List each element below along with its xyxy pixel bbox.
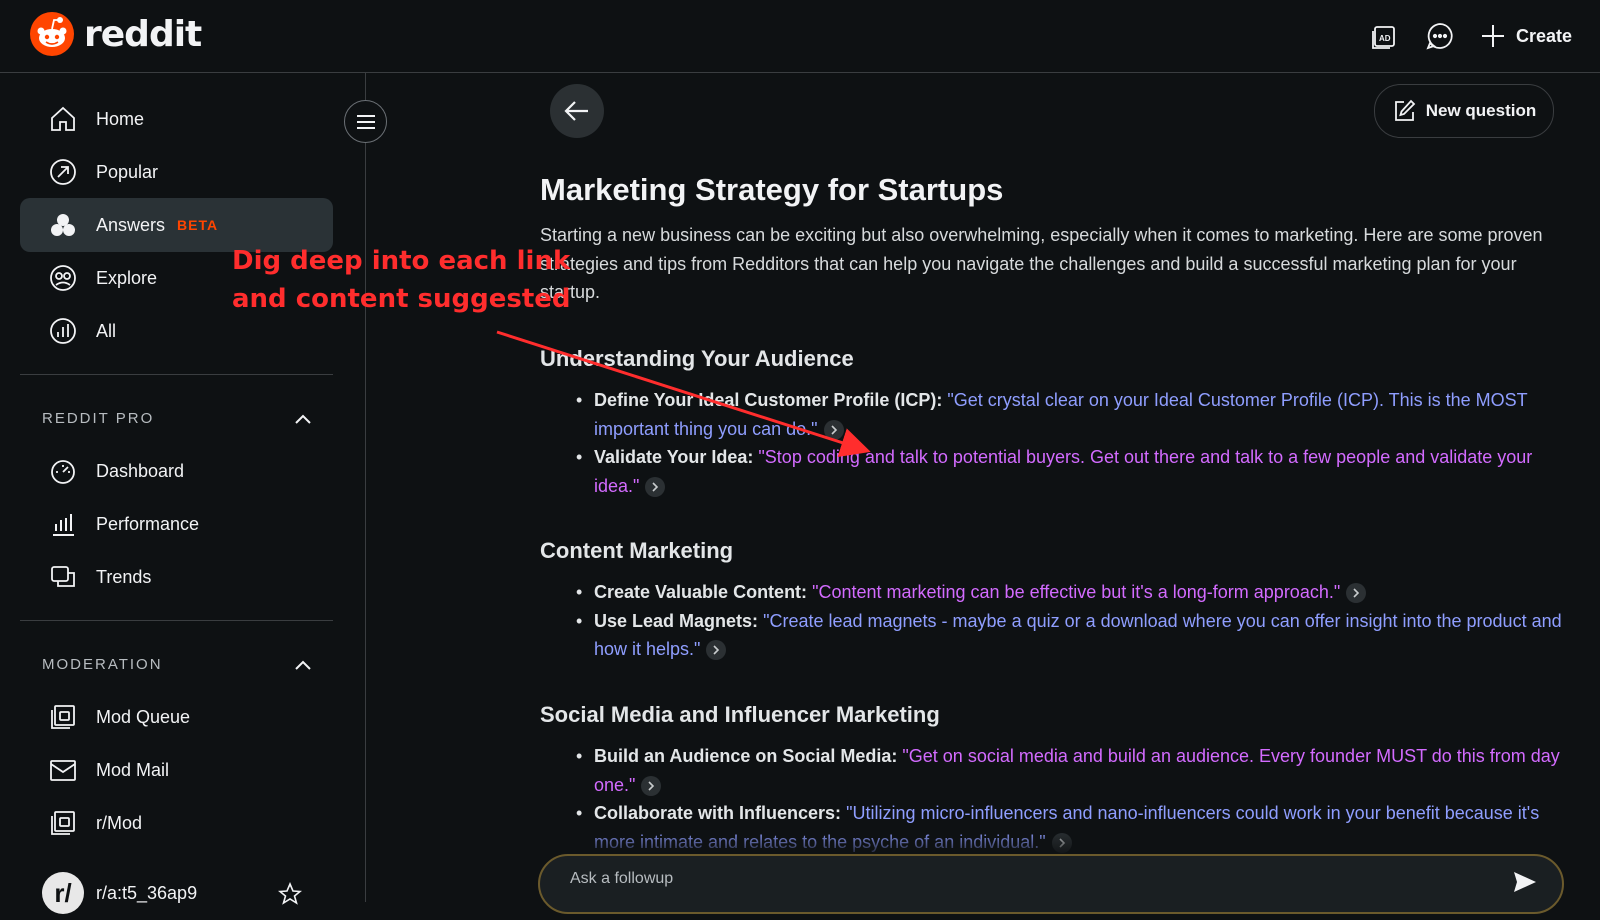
sidebar-item-label: Answers: [96, 214, 166, 235]
quote-link[interactable]: "Content marketing can be effective but …: [812, 582, 1340, 602]
dashboard-icon: [48, 456, 78, 486]
bullet-label: Build an Audience on Social Media:: [594, 746, 898, 766]
home-icon: [48, 104, 78, 134]
section-heading: Social Media and Influencer Marketing: [540, 702, 940, 727]
followup-input[interactable]: [570, 866, 1470, 892]
chevron-up-icon: [295, 660, 311, 670]
new-question-label: New question: [1425, 101, 1537, 120]
popular-icon: [48, 157, 78, 187]
reddit-pro-heading: REDDIT PRO: [42, 410, 155, 427]
sidebar-item-mod-mail[interactable]: Mod Mail: [20, 743, 333, 797]
moderation-header[interactable]: MODERATION: [42, 656, 312, 673]
chevron-right-icon[interactable]: [641, 775, 662, 796]
bullet-list: Define Your Ideal Customer Profile (ICP)…: [576, 386, 1566, 500]
sidebar-item-label: Mod Queue: [96, 706, 191, 727]
sidebar-toggle-button[interactable]: [344, 100, 387, 143]
sidebar-item-home[interactable]: Home: [20, 92, 333, 146]
bullet-label: Use Lead Magnets:: [594, 610, 759, 631]
all-icon: [48, 316, 78, 346]
chevron-right-icon[interactable]: [823, 419, 844, 440]
section-heading: Understanding Your Audience: [540, 346, 854, 371]
chevron-up-icon: [295, 414, 311, 424]
moderation-heading: MODERATION: [42, 656, 163, 673]
sidebar-item-dashboard[interactable]: Dashboard: [20, 444, 333, 498]
sidebar-item-trends[interactable]: Trends: [20, 550, 333, 604]
beta-badge: BETA: [177, 217, 219, 233]
explore-icon: [48, 263, 78, 293]
sidebar-item-label: Explore: [96, 267, 158, 288]
ad-icon: AD: [1372, 26, 1395, 49]
sidebar-item-label: r/Mod: [96, 812, 143, 833]
new-question-button[interactable]: New question: [1374, 84, 1554, 138]
community-avatar: r/: [42, 872, 84, 914]
sidebar-divider: [20, 374, 333, 375]
bullet-label: Collaborate with Influencers:: [594, 803, 842, 823]
sidebar-item-label: Dashboard: [96, 460, 185, 481]
followup-box: [538, 854, 1564, 914]
list-item: Validate Your Idea: "Stop coding and tal…: [576, 443, 1566, 500]
list-item: Build an Audience on Social Media: "Get …: [576, 742, 1566, 799]
send-icon[interactable]: [1512, 870, 1538, 894]
create-button[interactable]: Create: [1480, 23, 1572, 49]
bullet-label: Validate Your Idea:: [594, 447, 754, 467]
reddit-snoo-icon: [30, 12, 74, 56]
hamburger-icon: [356, 114, 375, 129]
performance-icon: [48, 509, 78, 539]
create-label: Create: [1515, 25, 1572, 46]
star-icon[interactable]: [278, 882, 302, 906]
list-item: Define Your Ideal Customer Profile (ICP)…: [576, 386, 1566, 443]
sidebar-item-community[interactable]: r/ r/a:t5_36ap9: [20, 866, 333, 920]
r-mod-icon: [48, 808, 78, 838]
answer-intro: Starting a new business can be exciting …: [540, 225, 1543, 302]
sidebar-item-label: All: [96, 320, 117, 341]
annotation-callout: Dig deep into each link and content sugg…: [232, 242, 571, 318]
chat-icon: [1426, 23, 1453, 50]
bullet-label: Create Valuable Content:: [594, 582, 808, 602]
list-item: Use Lead Magnets: "Create lead magnets -…: [576, 607, 1566, 664]
arrow-left-icon: [564, 101, 588, 121]
svg-text:AD: AD: [1379, 34, 1391, 43]
annotation-line: and content suggested: [232, 284, 571, 314]
mod-queue-icon: [48, 702, 78, 732]
reddit-pro-header[interactable]: REDDIT PRO: [42, 410, 312, 427]
sidebar-item-performance[interactable]: Performance: [20, 497, 333, 551]
trends-icon: [48, 562, 78, 592]
advertise-button[interactable]: AD: [1368, 20, 1400, 52]
answer-title: Marketing Strategy for Startups: [540, 172, 1004, 207]
sidebar-item-label: Home: [96, 108, 145, 129]
sidebar-item-r-mod[interactable]: r/Mod: [20, 796, 333, 850]
sidebar-item-label: Trends: [96, 566, 152, 587]
list-item: Create Valuable Content: "Content market…: [576, 578, 1566, 607]
edit-icon: [1394, 99, 1416, 121]
reddit-logo[interactable]: reddit: [30, 12, 202, 56]
bullet-list: Create Valuable Content: "Content market…: [576, 578, 1566, 664]
chevron-right-icon[interactable]: [706, 640, 727, 661]
chat-button[interactable]: [1424, 20, 1456, 52]
logo-wordmark: reddit: [84, 13, 202, 55]
sidebar-item-popular[interactable]: Popular: [20, 145, 333, 199]
sidebar-item-label: r/a:t5_36ap9: [96, 882, 198, 903]
section-heading: Content Marketing: [540, 538, 734, 563]
annotation-line: Dig deep into each link: [232, 246, 571, 276]
chevron-right-icon[interactable]: [1346, 583, 1367, 604]
chevron-right-icon[interactable]: [645, 476, 666, 497]
mod-mail-icon: [48, 755, 78, 785]
plus-icon: [1481, 25, 1504, 47]
back-button[interactable]: [550, 84, 604, 138]
bullet-label: Define Your Ideal Customer Profile (ICP)…: [594, 390, 943, 410]
top-bar: reddit AD Create: [0, 0, 1600, 73]
sidebar-item-label: Performance: [96, 513, 200, 534]
sidebar-item-mod-queue[interactable]: Mod Queue: [20, 690, 333, 744]
sidebar-item-label: Popular: [96, 161, 159, 182]
answers-icon: [48, 210, 78, 240]
sidebar-divider: [20, 620, 333, 621]
sidebar-item-label: Mod Mail: [96, 759, 170, 780]
